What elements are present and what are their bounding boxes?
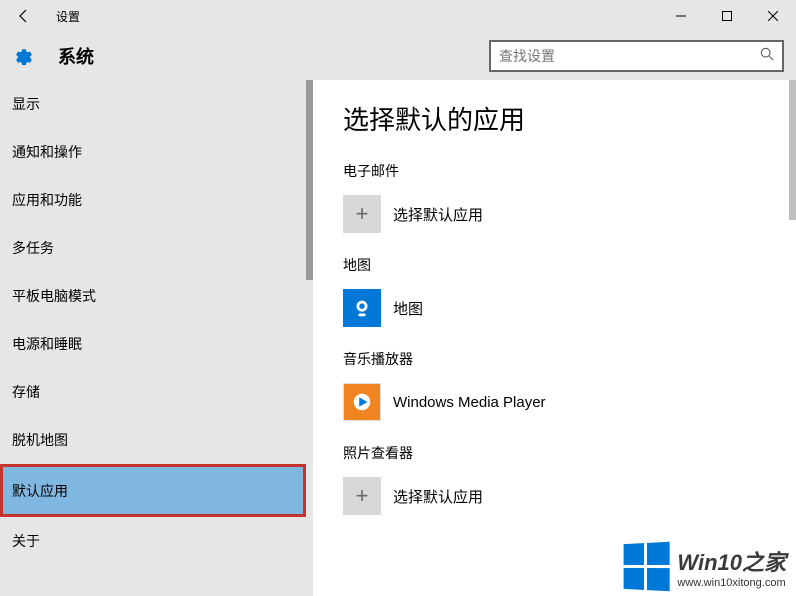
close-button[interactable] xyxy=(750,0,796,32)
app-name: 地图 xyxy=(393,298,423,319)
sidebar-item-display[interactable]: 显示 xyxy=(0,80,306,128)
sidebar-item-label: 存储 xyxy=(12,382,40,402)
sidebar-item-apps-features[interactable]: 应用和功能 xyxy=(0,176,306,224)
sidebar-item-label: 通知和操作 xyxy=(12,142,82,162)
section-maps: 地图 地图 xyxy=(343,255,796,327)
sidebar-item-label: 关于 xyxy=(12,531,40,551)
header: 系统 xyxy=(0,32,796,80)
search-box[interactable] xyxy=(489,40,784,72)
sidebar-item-default-apps[interactable]: 默认应用 xyxy=(0,464,306,517)
sidebar-item-label: 多任务 xyxy=(12,238,54,258)
section-photos: 照片查看器 + 选择默认应用 xyxy=(343,443,796,515)
gear-icon xyxy=(12,44,36,68)
window-title: 设置 xyxy=(56,8,80,25)
app-name: Windows Media Player xyxy=(393,394,546,411)
choose-email-app[interactable]: + 选择默认应用 xyxy=(343,195,796,233)
section-email: 电子邮件 + 选择默认应用 xyxy=(343,161,796,233)
sidebar-item-label: 电源和睡眠 xyxy=(12,334,82,354)
sidebar-item-label: 脱机地图 xyxy=(12,430,68,450)
section-label: 照片查看器 xyxy=(343,443,796,463)
sidebar-item-storage[interactable]: 存储 xyxy=(0,368,306,416)
search-input[interactable] xyxy=(499,48,760,64)
sidebar-item-tablet-mode[interactable]: 平板电脑模式 xyxy=(0,272,306,320)
content-area: 显示 通知和操作 应用和功能 多任务 平板电脑模式 电源和睡眠 存储 脱机地图 … xyxy=(0,80,796,596)
titlebar: 设置 xyxy=(0,0,796,32)
section-label: 电子邮件 xyxy=(343,161,796,181)
back-button[interactable] xyxy=(0,0,48,32)
section-label: 音乐播放器 xyxy=(343,349,796,369)
section-label: 地图 xyxy=(343,255,796,275)
maximize-button[interactable] xyxy=(704,0,750,32)
sidebar: 显示 通知和操作 应用和功能 多任务 平板电脑模式 电源和睡眠 存储 脱机地图 … xyxy=(0,80,313,596)
sidebar-item-notifications[interactable]: 通知和操作 xyxy=(0,128,306,176)
page-title: 选择默认的应用 xyxy=(343,100,796,137)
sidebar-item-about[interactable]: 关于 xyxy=(0,517,306,565)
search-icon xyxy=(760,47,774,66)
sidebar-item-power-sleep[interactable]: 电源和睡眠 xyxy=(0,320,306,368)
maps-app[interactable]: 地图 xyxy=(343,289,796,327)
sidebar-item-label: 应用和功能 xyxy=(12,190,82,210)
wmp-icon xyxy=(343,383,381,421)
music-app[interactable]: Windows Media Player xyxy=(343,383,796,421)
choose-photos-app[interactable]: + 选择默认应用 xyxy=(343,477,796,515)
minimize-button[interactable] xyxy=(658,0,704,32)
plus-icon: + xyxy=(343,195,381,233)
window-controls xyxy=(658,0,796,32)
watermark-title: Win10之家 xyxy=(677,545,786,577)
sidebar-item-label: 默认应用 xyxy=(12,481,68,501)
sidebar-scrollbar[interactable] xyxy=(306,80,313,280)
main-panel: 选择默认的应用 电子邮件 + 选择默认应用 地图 地图 音乐播放器 xyxy=(313,80,796,596)
app-name: 选择默认应用 xyxy=(393,204,483,225)
watermark: Win10之家 www.win10xitong.com xyxy=(622,543,786,590)
watermark-url: www.win10xitong.com xyxy=(677,577,786,589)
page-category-title: 系统 xyxy=(58,43,94,69)
main-scrollbar[interactable] xyxy=(789,80,796,220)
maps-icon xyxy=(343,289,381,327)
app-name: 选择默认应用 xyxy=(393,486,483,507)
section-music: 音乐播放器 Windows Media Player xyxy=(343,349,796,421)
sidebar-item-offline-maps[interactable]: 脱机地图 xyxy=(0,416,306,464)
sidebar-item-multitasking[interactable]: 多任务 xyxy=(0,224,306,272)
sidebar-item-label: 显示 xyxy=(12,94,40,114)
plus-icon: + xyxy=(343,477,381,515)
windows-logo-icon xyxy=(624,542,670,591)
sidebar-item-label: 平板电脑模式 xyxy=(12,286,96,306)
